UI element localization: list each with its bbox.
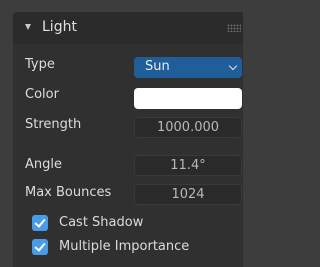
multiple-importance-checkbox[interactable] — [32, 239, 48, 255]
color-swatch[interactable] — [134, 88, 242, 109]
collapse-icon[interactable] — [25, 24, 31, 30]
max-bounces-label: Max Bounces — [25, 185, 112, 200]
checkmark-icon — [34, 215, 46, 228]
strength-value: 1000.000 — [156, 120, 220, 135]
max-bounces-field[interactable]: 1024 — [134, 184, 242, 205]
light-panel: Light Type Sun Color Strength 1000.000 A… — [13, 12, 243, 267]
strength-field[interactable]: 1000.000 — [134, 117, 242, 138]
cast-shadow-checkbox[interactable] — [32, 215, 48, 231]
multiple-importance-label: Multiple Importance — [59, 239, 190, 254]
color-label: Color — [25, 87, 59, 102]
angle-value: 11.4° — [170, 158, 206, 173]
grip-icon[interactable] — [227, 24, 241, 32]
panel-title: Light — [42, 19, 77, 35]
cast-shadow-label: Cast Shadow — [59, 215, 144, 230]
angle-field[interactable]: 11.4° — [134, 155, 242, 176]
checkmark-icon — [34, 239, 46, 252]
type-label: Type — [25, 57, 55, 72]
type-value: Sun — [145, 59, 170, 74]
panel-header[interactable]: Light — [13, 12, 243, 44]
angle-label: Angle — [25, 157, 62, 172]
max-bounces-value: 1024 — [171, 187, 205, 202]
strength-label: Strength — [25, 117, 82, 132]
type-dropdown[interactable]: Sun — [134, 57, 242, 78]
